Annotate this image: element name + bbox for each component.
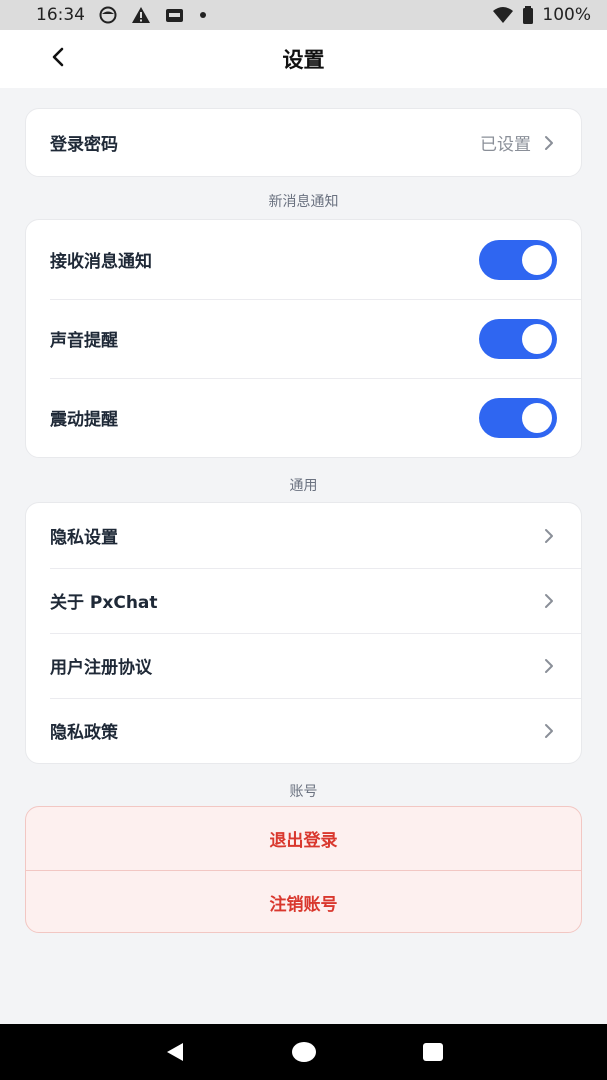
wifi-icon <box>492 6 514 24</box>
general-row-privacy-policy[interactable]: 隐私政策 <box>26 698 581 763</box>
general-row-about[interactable]: 关于 PxChat <box>26 568 581 633</box>
chevron-right-icon <box>543 722 557 740</box>
user-agreement-label: 用户注册协议 <box>50 658 152 678</box>
battery-level: 100% <box>542 5 591 25</box>
section-label-notifications: 新消息通知 <box>268 194 339 210</box>
app-header: 设置 <box>0 30 607 88</box>
delete-account-button[interactable]: 注销账号 <box>26 870 581 933</box>
chevron-right-icon <box>543 657 557 675</box>
general-row-privacy-settings[interactable]: 隐私设置 <box>26 503 581 568</box>
dot-icon <box>199 11 207 19</box>
chevron-right-icon <box>543 527 557 545</box>
back-button[interactable] <box>38 30 78 88</box>
section-label-general: 通用 <box>289 478 318 494</box>
chevron-left-icon <box>51 46 65 72</box>
status-time: 16:34 <box>36 5 85 25</box>
warning-icon <box>131 6 151 24</box>
notify-row-receive: 接收消息通知 <box>26 220 581 299</box>
toggle-knob <box>522 323 552 354</box>
notify-row-vibrate: 震动提醒 <box>26 378 581 457</box>
general-row-user-agreement[interactable]: 用户注册协议 <box>26 633 581 698</box>
general-card: 隐私设置 关于 PxChat 用户注册协议 隐私政策 <box>25 502 582 764</box>
section-label-account: 账号 <box>289 784 318 800</box>
notify-row-sound: 声音提醒 <box>26 299 581 378</box>
notify-vibrate-label: 震动提醒 <box>50 410 118 430</box>
notify-receive-label: 接收消息通知 <box>50 252 152 272</box>
circle-home-icon <box>291 1042 316 1062</box>
chevron-right-icon <box>543 134 557 152</box>
privacy-policy-label: 隐私政策 <box>50 723 118 743</box>
nav-back-button[interactable] <box>155 1032 195 1072</box>
toggle-knob <box>522 244 552 275</box>
notify-sound-label: 声音提醒 <box>50 331 118 351</box>
nav-home-button[interactable] <box>284 1032 324 1072</box>
logout-button[interactable]: 退出登录 <box>26 807 581 870</box>
toggle-knob <box>522 402 552 433</box>
password-row[interactable]: 登录密码 已设置 <box>26 109 581 176</box>
password-status: 已设置 <box>480 135 531 155</box>
triangle-back-icon <box>166 1043 183 1061</box>
password-card: 登录密码 已设置 <box>25 108 582 177</box>
chevron-right-icon <box>543 592 557 610</box>
about-label: 关于 PxChat <box>50 593 158 613</box>
receive-notification-toggle[interactable] <box>479 239 557 280</box>
privacy-settings-label: 隐私设置 <box>50 528 118 548</box>
vibrate-alert-toggle[interactable] <box>479 397 557 438</box>
account-card: 退出登录 注销账号 <box>25 806 582 933</box>
battery-icon <box>522 6 534 24</box>
status-bar: 16:34 100% <box>0 0 607 30</box>
password-label: 登录密码 <box>50 135 118 155</box>
nav-recents-button[interactable] <box>413 1032 453 1072</box>
page-title: 设置 <box>282 48 325 72</box>
sound-alert-toggle[interactable] <box>479 318 557 359</box>
notifications-card: 接收消息通知 声音提醒 震动提醒 <box>25 219 582 458</box>
system-nav-bar <box>0 1024 607 1080</box>
app-icon <box>165 6 185 24</box>
face-icon <box>99 6 117 24</box>
square-recents-icon <box>422 1043 443 1061</box>
